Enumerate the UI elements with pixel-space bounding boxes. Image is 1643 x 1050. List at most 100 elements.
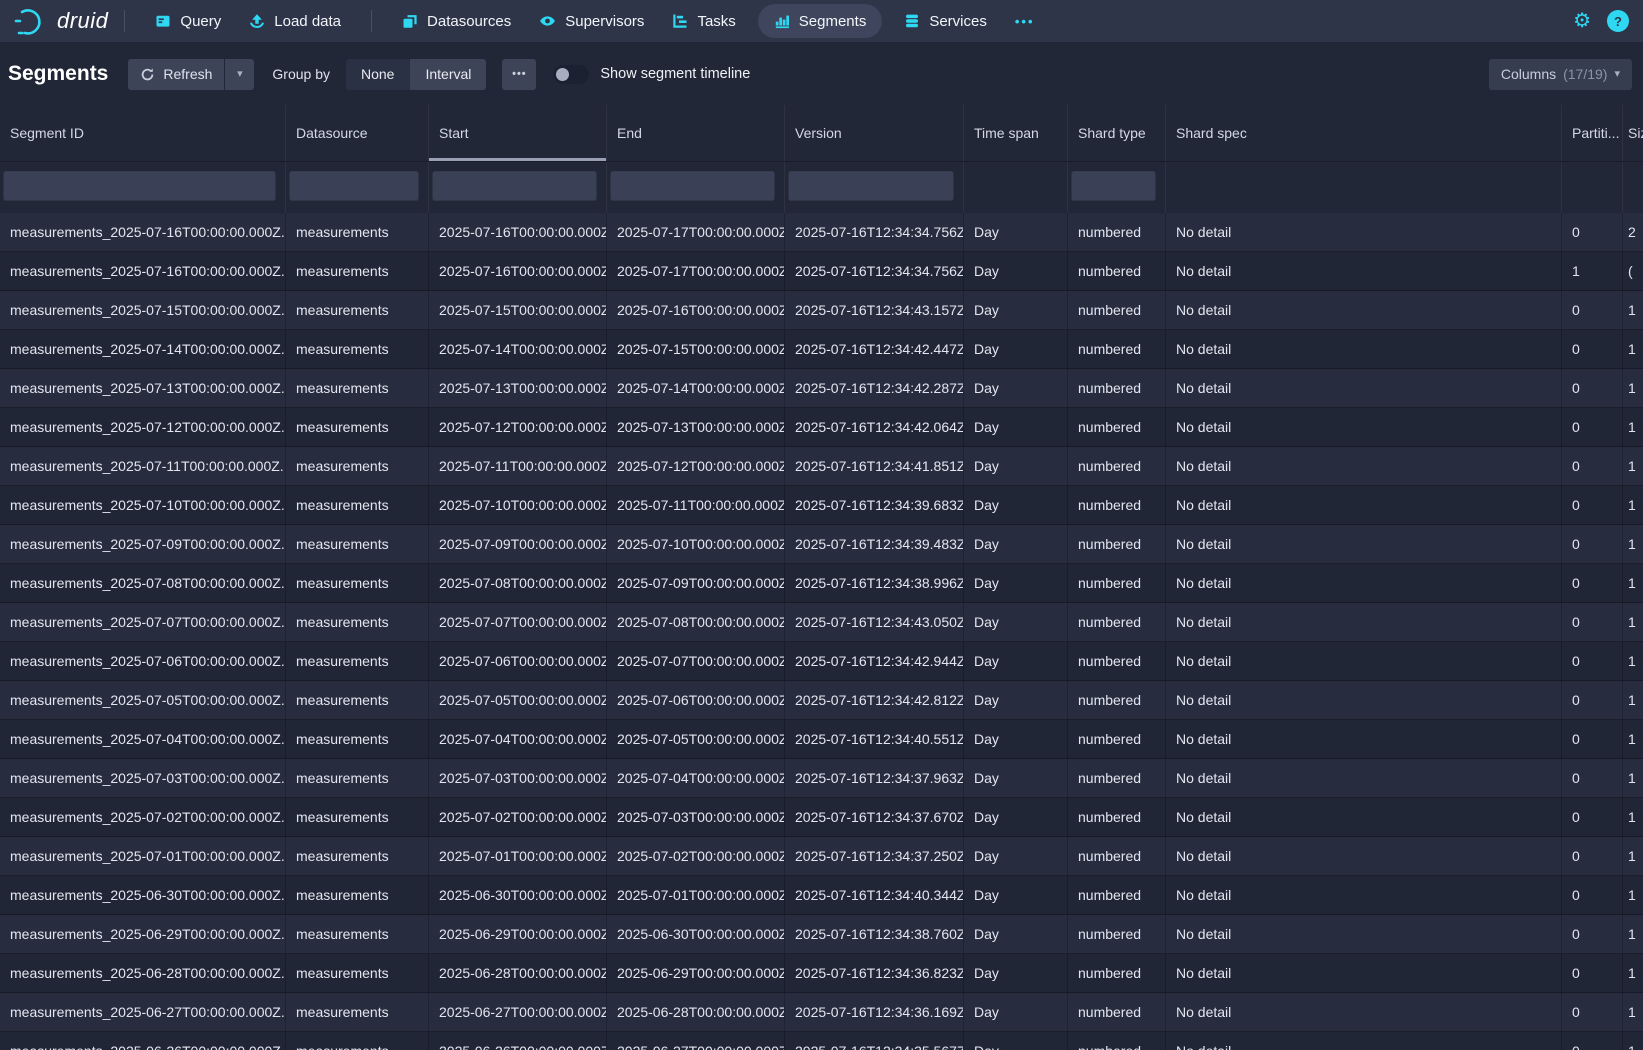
table-row[interactable]: measurements_2025-07-09T00:00:00.000Z...… [0,525,1643,564]
cell-size: ( [1623,252,1643,290]
nav-more-button[interactable]: ••• [1001,0,1049,43]
cell-size: 1 [1623,564,1643,602]
cell-datasource: measurements [286,993,429,1031]
table-row[interactable]: measurements_2025-07-03T00:00:00.000Z...… [0,759,1643,798]
cell-shard-type: numbered [1068,603,1166,641]
table-row[interactable]: measurements_2025-07-16T00:00:00.000Z...… [0,252,1643,291]
column-header-size[interactable]: Size [1623,105,1643,161]
cell-size: 1 [1623,993,1643,1031]
druid-logo[interactable]: druid [12,5,108,37]
nav-item-supervisors[interactable]: Supervisors [525,0,658,43]
table-row[interactable]: measurements_2025-07-01T00:00:00.000Z...… [0,837,1643,876]
cell-time-span: Day [964,252,1068,290]
table-row[interactable]: measurements_2025-07-13T00:00:00.000Z...… [0,369,1643,408]
cell-shard-spec: No detail [1166,993,1562,1031]
table-row[interactable]: measurements_2025-07-04T00:00:00.000Z...… [0,720,1643,759]
nav-item-datasources[interactable]: Datasources [388,0,525,43]
cell-size: 1 [1623,408,1643,446]
cell-datasource: measurements [286,447,429,485]
columns-button[interactable]: Columns (17/19) ▾ [1489,59,1632,90]
column-header-partition[interactable]: Partiti... [1562,105,1623,161]
cell-segment-id: measurements_2025-06-30T00:00:00.000Z... [0,876,286,914]
column-header-start-sorted[interactable]: Start [429,105,607,161]
cell-shard-spec: No detail [1166,915,1562,953]
cell-segment-id: measurements_2025-07-14T00:00:00.000Z... [0,330,286,368]
cell-shard-spec: No detail [1166,330,1562,368]
table-row[interactable]: measurements_2025-06-27T00:00:00.000Z...… [0,993,1643,1032]
cell-version: 2025-07-16T12:34:38.760Z [785,915,964,953]
table-row[interactable]: measurements_2025-07-14T00:00:00.000Z...… [0,330,1643,369]
refresh-dropdown-button[interactable]: ▾ [225,59,254,90]
column-header-version[interactable]: Version [785,105,964,161]
cell-partition: 0 [1562,603,1623,641]
cell-partition: 0 [1562,330,1623,368]
segment-id-filter-input[interactable] [3,170,276,201]
cell-time-span: Day [964,564,1068,602]
shard-type-filter-input[interactable] [1071,170,1156,201]
nav-item-label: Datasources [427,13,511,30]
table-row[interactable]: measurements_2025-06-28T00:00:00.000Z...… [0,954,1643,993]
table-row[interactable]: measurements_2025-06-30T00:00:00.000Z...… [0,876,1643,915]
cell-size: 1 [1623,915,1643,953]
cell-segment-id: measurements_2025-07-04T00:00:00.000Z... [0,720,286,758]
cell-datasource: measurements [286,525,429,563]
cell-shard-spec: No detail [1166,525,1562,563]
cell-datasource: measurements [286,603,429,641]
table-row[interactable]: measurements_2025-07-08T00:00:00.000Z...… [0,564,1643,603]
nav-item-query[interactable]: Query [141,0,235,43]
end-filter-input[interactable] [610,170,775,201]
table-row[interactable]: measurements_2025-07-10T00:00:00.000Z...… [0,486,1643,525]
table-row[interactable]: measurements_2025-07-05T00:00:00.000Z...… [0,681,1643,720]
table-row[interactable]: measurements_2025-07-15T00:00:00.000Z...… [0,291,1643,330]
cell-start: 2025-07-03T00:00:00.000Z [429,759,607,797]
cell-version: 2025-07-16T12:34:39.683Z [785,486,964,524]
cell-shard-type: numbered [1068,252,1166,290]
column-header-datasource[interactable]: Datasource [286,105,429,161]
start-filter-input[interactable] [432,170,597,201]
cell-size: 1 [1623,603,1643,641]
table-row[interactable]: measurements_2025-07-06T00:00:00.000Z...… [0,642,1643,681]
group-by-none-button[interactable]: None [346,59,409,90]
nav-item-tasks[interactable]: Tasks [658,0,749,43]
datasource-filter-input[interactable] [289,170,419,201]
cell-end: 2025-07-01T00:00:00.000Z [607,876,785,914]
cell-size: 1 [1623,681,1643,719]
nav-item-label: Services [929,13,987,30]
cell-time-span: Day [964,798,1068,836]
refresh-button[interactable]: Refresh [128,59,224,90]
table-row[interactable]: measurements_2025-07-11T00:00:00.000Z...… [0,447,1643,486]
column-header-time-span[interactable]: Time span [964,105,1068,161]
table-row[interactable]: measurements_2025-06-29T00:00:00.000Z...… [0,915,1643,954]
cell-end: 2025-06-30T00:00:00.000Z [607,915,785,953]
cell-datasource: measurements [286,213,429,251]
cell-time-span: Day [964,525,1068,563]
nav-item-label: Query [180,13,221,30]
cell-version: 2025-07-16T12:34:40.551Z [785,720,964,758]
nav-item-segments-active[interactable]: Segments [758,4,883,38]
cell-end: 2025-07-16T00:00:00.000Z [607,291,785,329]
table-row[interactable]: measurements_2025-07-07T00:00:00.000Z...… [0,603,1643,642]
group-by-interval-button[interactable]: Interval [409,59,486,90]
cell-start: 2025-07-07T00:00:00.000Z [429,603,607,641]
column-header-shard-type[interactable]: Shard type [1068,105,1166,161]
segment-timeline-toggle[interactable] [553,65,589,84]
toolbar-more-button[interactable]: ••• [502,59,536,90]
table-row[interactable]: measurements_2025-06-26T00:00:00.000Z...… [0,1032,1643,1050]
table-row[interactable]: measurements_2025-07-12T00:00:00.000Z...… [0,408,1643,447]
cell-segment-id: measurements_2025-07-13T00:00:00.000Z... [0,369,286,407]
column-header-segment-id[interactable]: Segment ID [0,105,286,161]
column-header-end[interactable]: End [607,105,785,161]
gear-icon[interactable]: ⚙ [1573,11,1591,31]
cell-segment-id: measurements_2025-07-12T00:00:00.000Z... [0,408,286,446]
nav-item-load-data[interactable]: Load data [235,0,355,43]
cell-partition: 0 [1562,876,1623,914]
more-icon: ••• [512,68,527,80]
cell-size: 1 [1623,1032,1643,1050]
help-icon[interactable]: ? [1607,10,1629,32]
cell-datasource: measurements [286,330,429,368]
column-header-shard-spec[interactable]: Shard spec [1166,105,1562,161]
table-row[interactable]: measurements_2025-07-16T00:00:00.000Z...… [0,213,1643,252]
table-row[interactable]: measurements_2025-07-02T00:00:00.000Z...… [0,798,1643,837]
nav-item-services[interactable]: Services [890,0,1001,43]
version-filter-input[interactable] [788,170,954,201]
